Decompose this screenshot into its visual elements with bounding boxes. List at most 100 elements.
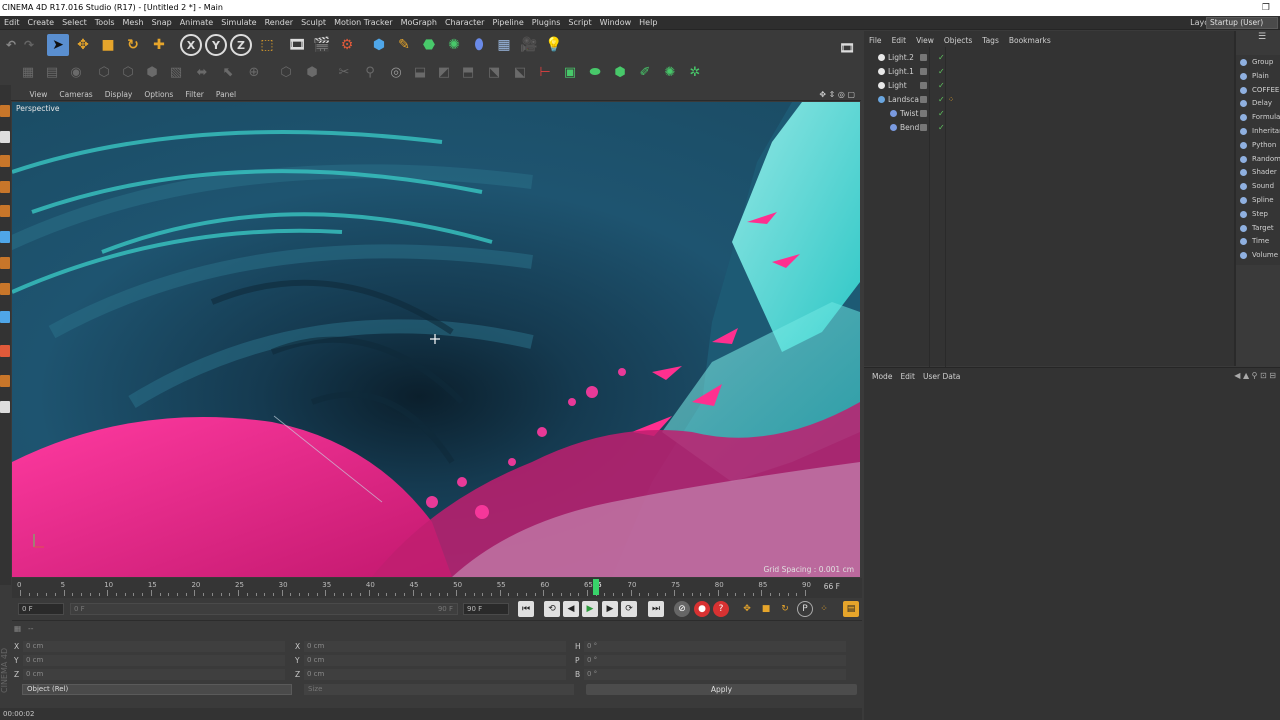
menu-item-tools[interactable]: Tools bbox=[91, 16, 119, 30]
next-key-icon[interactable]: ⟳ bbox=[621, 601, 637, 617]
material-tag-icon[interactable]: ⁘ bbox=[948, 93, 954, 106]
object-menu-file[interactable]: File bbox=[864, 35, 887, 47]
rotate-tool-icon[interactable]: ↻ bbox=[122, 34, 144, 56]
viewport-menu-filter[interactable]: Filter bbox=[179, 88, 210, 101]
extrude-icon[interactable]: ⬓ bbox=[410, 62, 430, 82]
palette-item-step[interactable]: Step bbox=[1236, 208, 1280, 221]
viewport-menu-view[interactable]: View bbox=[24, 88, 54, 101]
viewport-menu-panel[interactable]: Panel bbox=[210, 88, 242, 101]
palette-item-random[interactable]: Random bbox=[1236, 153, 1280, 166]
render-settings-icon[interactable]: ⚙ bbox=[336, 34, 358, 56]
go-to-start-icon[interactable]: ⏮ bbox=[518, 601, 534, 617]
left-tool-icon-7[interactable] bbox=[0, 257, 10, 269]
magnet-icon[interactable]: ⚲ bbox=[360, 62, 380, 82]
workplane-icon[interactable]: ⬡ bbox=[276, 62, 296, 82]
palette-item-shader[interactable]: Shader bbox=[1236, 166, 1280, 179]
coord-value-field[interactable]: 0 ° bbox=[584, 669, 846, 680]
viewport-nav-icons[interactable]: ✥ ⇕ ◎ ▢ bbox=[819, 88, 855, 101]
attribute-menu-edit[interactable]: Edit bbox=[896, 371, 919, 383]
key-parameter-icon[interactable]: P bbox=[797, 601, 813, 617]
object-name[interactable]: Light.2 bbox=[888, 51, 914, 64]
menu-item-motion-tracker[interactable]: Motion Tracker bbox=[330, 16, 397, 30]
menu-item-pipeline[interactable]: Pipeline bbox=[488, 16, 527, 30]
viewport-menu-options[interactable]: Options bbox=[138, 88, 179, 101]
light-icon[interactable]: 💡 bbox=[543, 34, 565, 56]
texture-mode-icon[interactable]: ▤ bbox=[42, 62, 62, 82]
menu-item-simulate[interactable]: Simulate bbox=[217, 16, 260, 30]
knife-icon[interactable]: ✂ bbox=[334, 62, 354, 82]
object-menu-view[interactable]: View bbox=[911, 35, 939, 47]
palette-item-inheritance[interactable]: Inheritance bbox=[1236, 125, 1280, 138]
x-axis-icon[interactable]: X bbox=[180, 34, 202, 56]
palette-item-time[interactable]: Time bbox=[1236, 235, 1280, 248]
object-row[interactable]: Light.2 ✓ bbox=[872, 51, 1232, 64]
menu-item-snap[interactable]: Snap bbox=[148, 16, 176, 30]
left-tool-icon-11[interactable] bbox=[0, 375, 10, 387]
uv-mode-icon[interactable]: ▧ bbox=[166, 62, 186, 82]
menu-item-edit[interactable]: Edit bbox=[0, 16, 24, 30]
attribute-menu-mode[interactable]: Mode bbox=[868, 371, 896, 383]
previous-frame-icon[interactable]: ◀ bbox=[563, 601, 579, 617]
size-mode-select[interactable]: Size bbox=[304, 684, 574, 695]
menu-item-character[interactable]: Character bbox=[441, 16, 489, 30]
pen-icon[interactable]: ✎ bbox=[393, 34, 415, 56]
menu-item-help[interactable]: Help bbox=[635, 16, 661, 30]
menu-item-create[interactable]: Create bbox=[24, 16, 59, 30]
palette-item-spline[interactable]: Spline bbox=[1236, 194, 1280, 207]
range-slider[interactable]: 0 F 90 F bbox=[70, 603, 458, 615]
camera-icon[interactable]: 🎥 bbox=[518, 34, 540, 56]
auto-key-icon[interactable]: ? bbox=[713, 601, 729, 617]
coordinate-mode-select[interactable]: Object (Rel) bbox=[22, 684, 292, 695]
key-position-icon[interactable]: ✥ bbox=[739, 601, 755, 617]
subdivision-icon[interactable]: ⬣ bbox=[418, 34, 440, 56]
enabled-check-icon[interactable]: ✓ bbox=[938, 93, 945, 106]
left-tool-icon-6[interactable] bbox=[0, 231, 10, 243]
object-row[interactable]: Landsca ✓ ⁘ bbox=[872, 93, 1232, 106]
left-tool-icon-2[interactable] bbox=[0, 131, 10, 143]
deformer-icon[interactable]: ⬮ bbox=[468, 34, 490, 56]
loop-select-icon[interactable]: ◎ bbox=[386, 62, 406, 82]
left-tool-icon-9[interactable] bbox=[0, 311, 10, 323]
grid-mode-icon[interactable]: ▦ bbox=[18, 62, 38, 82]
visibility-toggle-icon[interactable] bbox=[920, 124, 927, 131]
object-name[interactable]: Light bbox=[888, 79, 907, 92]
layout-select[interactable]: Startup (User) bbox=[1206, 17, 1278, 29]
object-menu-bookmarks[interactable]: Bookmarks bbox=[1004, 35, 1056, 47]
viewport-menu-cameras[interactable]: Cameras bbox=[53, 88, 98, 101]
object-name[interactable]: Bend bbox=[900, 121, 919, 134]
bevel-icon[interactable]: ◩ bbox=[434, 62, 454, 82]
snap-icon[interactable]: ⊕ bbox=[244, 62, 264, 82]
key-pla-icon[interactable]: ⁘ bbox=[816, 601, 832, 617]
paint-icon[interactable]: ⬬ bbox=[585, 62, 605, 82]
restore-icon[interactable]: ❐ bbox=[1262, 0, 1270, 16]
palette-item-formula[interactable]: Formula bbox=[1236, 111, 1280, 124]
redo-icon[interactable]: ↷ bbox=[18, 34, 40, 56]
menu-item-mesh[interactable]: Mesh bbox=[119, 16, 148, 30]
cube-icon[interactable]: ⬢ bbox=[368, 34, 390, 56]
cloth-icon[interactable]: ✺ bbox=[660, 62, 680, 82]
palette-item-group[interactable]: Group bbox=[1236, 56, 1280, 69]
key-rotation-icon[interactable]: ↻ bbox=[777, 601, 793, 617]
menu-item-window[interactable]: Window bbox=[596, 16, 636, 30]
visibility-toggle-icon[interactable] bbox=[920, 82, 927, 89]
visibility-toggle-icon[interactable] bbox=[920, 96, 927, 103]
palette-item-plain[interactable]: Plain bbox=[1236, 70, 1280, 83]
render-view-icon[interactable]: 🎞 bbox=[286, 34, 308, 56]
move-tool-icon[interactable]: ✥ bbox=[72, 34, 94, 56]
panel-menu-icon[interactable]: ☰ bbox=[1258, 32, 1280, 50]
hair-icon[interactable]: ✲ bbox=[685, 62, 705, 82]
left-tool-icon-12[interactable] bbox=[0, 401, 10, 413]
coord-value-field[interactable]: 0 cm bbox=[304, 669, 566, 680]
viewport-render-icon[interactable]: 🎞 bbox=[836, 37, 858, 59]
coords-menu-icon[interactable]: ▦ bbox=[14, 624, 21, 633]
enabled-check-icon[interactable]: ✓ bbox=[938, 51, 945, 64]
palette-item-target[interactable]: Target bbox=[1236, 222, 1280, 235]
visibility-toggle-icon[interactable] bbox=[920, 110, 927, 117]
enabled-check-icon[interactable]: ✓ bbox=[938, 107, 945, 120]
palette-item-delay[interactable]: Delay bbox=[1236, 97, 1280, 110]
object-row[interactable]: Light ✓ bbox=[872, 79, 1232, 92]
palette-item-python[interactable]: Python bbox=[1236, 139, 1280, 152]
object-row[interactable]: Bend ✓ bbox=[872, 121, 1232, 134]
previous-key-icon[interactable]: ⟲ bbox=[544, 601, 560, 617]
axis-center-icon[interactable]: ⊢ bbox=[535, 62, 555, 82]
